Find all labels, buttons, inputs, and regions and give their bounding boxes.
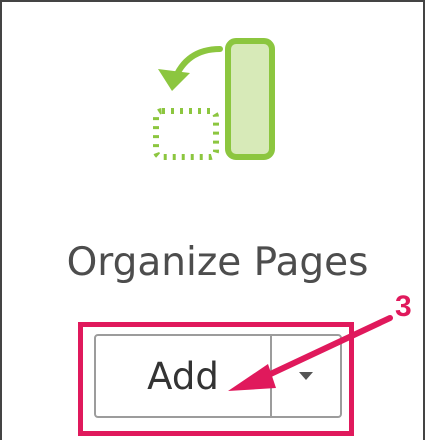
organize-pages-label: Organize Pages bbox=[66, 240, 369, 285]
step-number-badge: 3 bbox=[395, 290, 412, 323]
callout-highlight-box bbox=[78, 322, 354, 436]
organize-pages-icon[interactable] bbox=[146, 35, 286, 165]
